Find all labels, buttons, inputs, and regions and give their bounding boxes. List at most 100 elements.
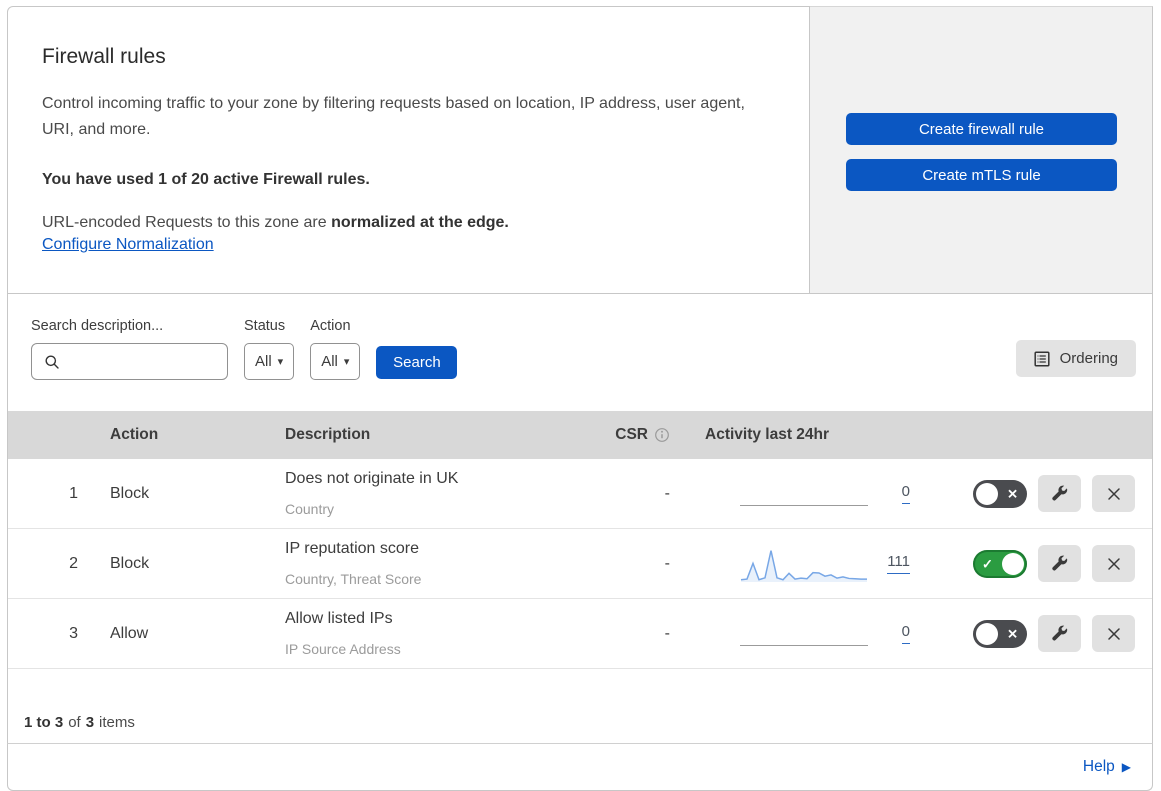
help-bar: Help ▶ [7,744,1153,791]
column-header-action: Action [110,426,159,443]
rule-priority-number: 3 [69,624,78,642]
activity-count-link[interactable]: 0 [901,483,910,504]
rule-description: IP reputation score [285,539,420,557]
chevron-down-icon: ▾ [343,356,350,368]
rule-criteria: IP Source Address [285,640,401,657]
wrench-icon [1051,485,1068,502]
rule-criteria: Country [285,500,335,517]
chevron-down-icon: ▾ [277,356,284,368]
search-box[interactable] [31,343,228,380]
rule-enable-toggle[interactable]: ✓ [973,549,1027,578]
rule-csr-value: - [664,484,670,502]
search-icon [44,354,60,370]
top-section: Firewall rules Control incoming traffic … [7,6,1153,294]
header-card: Firewall rules Control incoming traffic … [7,6,810,294]
activity-sparkline [740,543,868,585]
column-header-csr: CSR [585,426,670,444]
edit-rule-button[interactable] [1038,615,1081,652]
toggle-knob [1002,552,1024,575]
search-group: Search description... [31,318,228,380]
status-group: Status All ▾ [244,318,295,380]
rule-csr-value: - [664,554,670,572]
rule-activity-cell: 111 [670,543,910,585]
column-header-activity: Activity last 24hr [705,426,830,443]
close-icon [1106,556,1122,572]
toggle-knob [976,622,998,645]
info-icon[interactable] [654,427,670,443]
rule-enable-toggle[interactable]: ✕ [973,619,1027,648]
search-input[interactable] [68,352,227,371]
status-dropdown[interactable]: All ▾ [244,343,295,380]
activity-count-link[interactable]: 111 [887,553,910,574]
action-dropdown[interactable]: All ▾ [310,343,361,380]
normalization-text-bold: normalized at the edge. [331,214,509,231]
toggle-state-icon: ✓ [982,556,993,571]
rule-priority-number: 2 [69,554,78,572]
close-icon [1106,626,1122,642]
actions-panel: Create firewall rule Create mTLS rule [810,6,1153,294]
rule-description: Allow listed IPs [285,609,393,627]
rule-action: Allow [110,624,149,642]
help-link[interactable]: Help ▶ [1083,758,1131,776]
usage-summary: You have used 1 of 20 active Firewall ru… [42,171,370,188]
close-icon [1106,486,1122,502]
delete-rule-button[interactable] [1092,615,1135,652]
rule-activity-cell: 0 [670,473,910,515]
table-row: 1 Block Does not originate in UK Country… [8,459,1152,529]
create-firewall-rule-button[interactable]: Create firewall rule [846,113,1117,145]
configure-normalization-link[interactable]: Configure Normalization [42,236,214,253]
status-label: Status [244,318,286,334]
edit-rule-button[interactable] [1038,475,1081,512]
create-mtls-rule-button[interactable]: Create mTLS rule [846,159,1117,191]
rules-panel: Search description... Status All ▾ Actio… [7,294,1153,744]
help-link-label: Help [1082,758,1115,775]
search-label: Search description... [31,318,164,334]
activity-sparkline [740,613,868,655]
rule-description-cell: Allow listed IPs IP Source Address [285,606,585,662]
page-description: Control incoming traffic to your zone by… [42,95,745,138]
table-header: Action Description CSR Activity last 24h… [8,411,1152,459]
rule-description-cell: IP reputation score Country, Threat Scor… [285,536,585,592]
toggle-knob [976,482,998,505]
status-dropdown-value: All [255,353,272,370]
table-row: 2 Block IP reputation score Country, Thr… [8,529,1152,599]
page-title: Firewall rules [42,45,166,68]
activity-sparkline [740,473,868,515]
normalization-text: URL-encoded Requests to this zone are no… [42,214,769,232]
delete-rule-button[interactable] [1092,475,1135,512]
toggle-state-icon: ✕ [1007,486,1018,501]
rules-table-body: 1 Block Does not originate in UK Country… [8,459,1152,669]
help-arrow-icon: ▶ [1121,760,1131,774]
action-group: Action All ▾ [310,318,361,380]
activity-count-link[interactable]: 0 [901,623,910,644]
wrench-icon [1051,625,1068,642]
search-button[interactable]: Search [376,346,458,379]
rule-enable-toggle[interactable]: ✕ [973,479,1027,508]
pagination-of: of [68,713,81,731]
ordering-button[interactable]: Ordering [1015,340,1136,377]
pagination-total: 3 [85,713,95,731]
firewall-rules-page: Firewall rules Control incoming traffic … [7,6,1153,791]
rule-controls: ✕ [910,615,1152,652]
toggle-state-icon: ✕ [1007,626,1018,641]
delete-rule-button[interactable] [1092,545,1135,582]
rule-action: Block [110,484,150,502]
normalization-text-plain: URL-encoded Requests to this zone are [42,214,332,231]
rule-activity-cell: 0 [670,613,910,655]
ordering-button-label: Ordering [1059,350,1118,367]
pagination-range: 1 to 3 [24,713,64,731]
edit-rule-button[interactable] [1038,545,1081,582]
table-row: 3 Allow Allow listed IPs IP Source Addre… [8,599,1152,669]
action-dropdown-value: All [321,353,338,370]
ordering-icon [1034,350,1050,367]
rule-action: Block [110,554,150,572]
pagination-summary: 1 to 3 of 3 items [8,669,1152,743]
rule-csr-value: - [664,624,670,642]
action-label: Action [310,318,351,334]
rule-priority-number: 1 [69,484,78,502]
rule-criteria: Country, Threat Score [285,570,422,587]
filter-bar: Search description... Status All ▾ Actio… [8,294,1152,411]
rule-controls: ✓ [910,545,1152,582]
rule-controls: ✕ [910,475,1152,512]
rule-description: Does not originate in UK [285,469,459,487]
